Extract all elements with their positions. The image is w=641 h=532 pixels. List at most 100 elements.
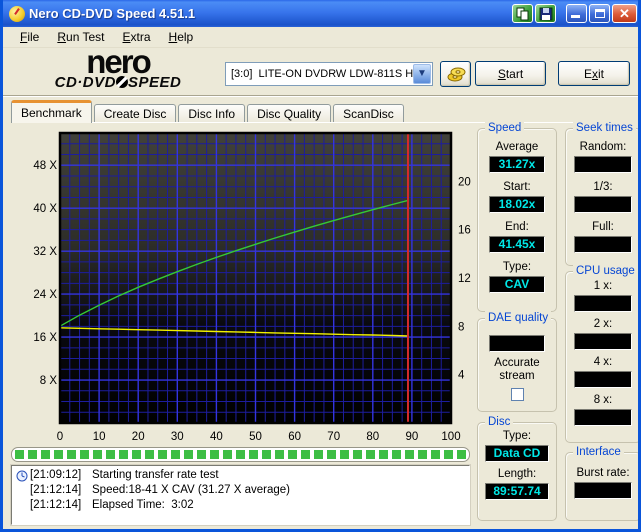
tab-scandisc[interactable]: ScanDisc: [333, 104, 404, 123]
log-row: [21:12:14] Elapsed Time: 3:02: [14, 498, 467, 513]
disc-type-label: Type:: [502, 430, 532, 442]
save-results-button[interactable]: [535, 4, 556, 23]
logo-cd-dvd: CD·DVD: [54, 74, 116, 91]
speed-type-value: CAV: [489, 276, 545, 293]
tab-benchmark[interactable]: Benchmark: [11, 100, 92, 123]
svg-text:30: 30: [171, 431, 184, 443]
close-button[interactable]: ✕: [612, 4, 637, 23]
cpu-1x-value: [574, 295, 632, 312]
svg-text:8 X: 8 X: [40, 375, 58, 387]
speed-end-label: End:: [505, 221, 529, 233]
svg-text:70: 70: [327, 431, 340, 443]
speed-end-value: 41.45x: [489, 236, 545, 253]
copy-icon: [516, 7, 529, 20]
dae-quality-panel: DAE quality Accurate stream: [477, 311, 557, 412]
maximize-button[interactable]: [589, 4, 610, 23]
minimize-button[interactable]: [566, 4, 587, 23]
dae-quality-title: DAE quality: [485, 311, 552, 325]
interface-panel: Interface Burst rate:: [565, 445, 638, 521]
disc-icon: [115, 76, 128, 88]
svg-text:48 X: 48 X: [33, 160, 57, 172]
start-button[interactable]: Start: [475, 61, 546, 86]
accurate-stream-checkbox[interactable]: [510, 388, 524, 401]
cpu-8x-label: 8 x:: [593, 394, 613, 406]
svg-text:10: 10: [93, 431, 106, 443]
cpu-4x-value: [574, 371, 632, 388]
cpu-8x-value: [574, 409, 632, 426]
log-row: [21:12:14] Speed:18-41 X CAV (31.27 X av…: [14, 483, 467, 498]
drive-selector-value: [3:0] LITE-ON DVDRW LDW-811S HS0R: [231, 68, 413, 80]
log-time: [21:12:14]: [30, 499, 82, 511]
log-row: [21:09:12] Starting transfer rate test: [14, 468, 467, 483]
svg-text:24 X: 24 X: [33, 289, 57, 301]
save-icon: [539, 7, 552, 20]
tab-create-disc[interactable]: Create Disc: [93, 104, 177, 123]
disc-length-value: 89:57.74: [485, 483, 549, 500]
app-icon: [9, 5, 25, 22]
app-window: Nero CD-DVD Speed 4.51.1 ✕ File Run Test…: [0, 0, 641, 532]
clock-icon: [14, 468, 30, 483]
seek-third-label: 1/3:: [593, 181, 613, 193]
seek-third-value: [574, 196, 632, 213]
window-title: Nero CD-DVD Speed 4.51.1: [29, 6, 196, 21]
seek-random-value: [574, 156, 632, 173]
speed-average-value: 31.27x: [489, 156, 545, 173]
exit-button[interactable]: Ex it: [558, 61, 630, 86]
log-icon-spacer: [14, 498, 30, 513]
speed-panel-title: Speed: [485, 121, 525, 135]
tabpage-edge: [11, 122, 631, 123]
log-icon-spacer: [14, 483, 30, 498]
seek-full-value: [574, 236, 632, 253]
menu-file[interactable]: File: [11, 28, 48, 46]
seek-times-panel: Seek times Random: 1/3: Full:: [565, 121, 638, 266]
dae-quality-value: [489, 335, 545, 352]
header-separator: [3, 95, 638, 97]
speed-start-label: Start:: [503, 181, 531, 193]
minimize-icon: [571, 15, 580, 18]
cpu-usage-title: CPU usage: [573, 264, 638, 278]
svg-text:8: 8: [458, 321, 464, 333]
copy-results-button[interactable]: [512, 4, 533, 23]
svg-text:90: 90: [406, 431, 419, 443]
seek-random-label: Random:: [579, 141, 627, 153]
svg-text:16: 16: [458, 225, 471, 237]
nero-logo: nero CD·DVD SPEED: [33, 43, 203, 91]
nero-product-text: CD·DVD SPEED: [33, 74, 203, 91]
burst-rate-value: [574, 482, 632, 499]
maximize-icon: [594, 9, 605, 18]
nero-brand-text: nero: [86, 43, 152, 80]
svg-text:100: 100: [441, 431, 460, 443]
cpu-2x-value: [574, 333, 632, 350]
title-bar: Nero CD-DVD Speed 4.51.1 ✕: [3, 0, 638, 27]
accurate-stream-label: Accurate stream: [494, 357, 540, 382]
disc-panel: Disc Type: Data CD Length: 89:57.74: [477, 415, 557, 521]
tab-disc-quality[interactable]: Disc Quality: [247, 104, 332, 123]
interface-title: Interface: [573, 445, 624, 459]
svg-text:12: 12: [458, 273, 471, 285]
logo-speed: SPEED: [127, 74, 182, 91]
tab-disc-info[interactable]: Disc Info: [178, 104, 246, 123]
drive-info-button[interactable]: [440, 61, 471, 87]
speed-average-label: Average: [495, 141, 539, 153]
transfer-rate-chart: 48 X40 X32 X24 X16 X8 X201612840 10 20 30 40…: [33, 131, 471, 443]
svg-text:20: 20: [132, 431, 145, 443]
log-text: Speed:18-41 X CAV (31.27 X average): [92, 484, 290, 496]
log-time: [21:09:12]: [30, 469, 82, 481]
svg-text:32 X: 32 X: [33, 246, 57, 258]
disc-type-value: Data CD: [485, 445, 549, 462]
drive-selector-arrow[interactable]: ▼: [413, 64, 431, 84]
drive-selector[interactable]: [3:0] LITE-ON DVDRW LDW-811S HS0R ▼: [225, 62, 433, 86]
svg-text:16 X: 16 X: [33, 332, 57, 344]
log-text: Starting transfer rate test: [92, 469, 219, 481]
menu-help[interactable]: Help: [160, 28, 203, 46]
svg-text:0: 0: [57, 431, 63, 443]
svg-text:80: 80: [366, 431, 379, 443]
log-panel[interactable]: [21:09:12] Starting transfer rate test […: [11, 465, 470, 525]
cpu-4x-label: 4 x:: [593, 356, 613, 368]
log-time: [21:12:14]: [30, 484, 82, 496]
svg-text:40: 40: [210, 431, 223, 443]
discs-icon: [447, 67, 465, 82]
svg-text:50: 50: [249, 431, 262, 443]
disc-length-label: Length:: [497, 468, 537, 480]
cpu-usage-panel: CPU usage 1 x: 2 x: 4 x: 8 x:: [565, 264, 638, 443]
